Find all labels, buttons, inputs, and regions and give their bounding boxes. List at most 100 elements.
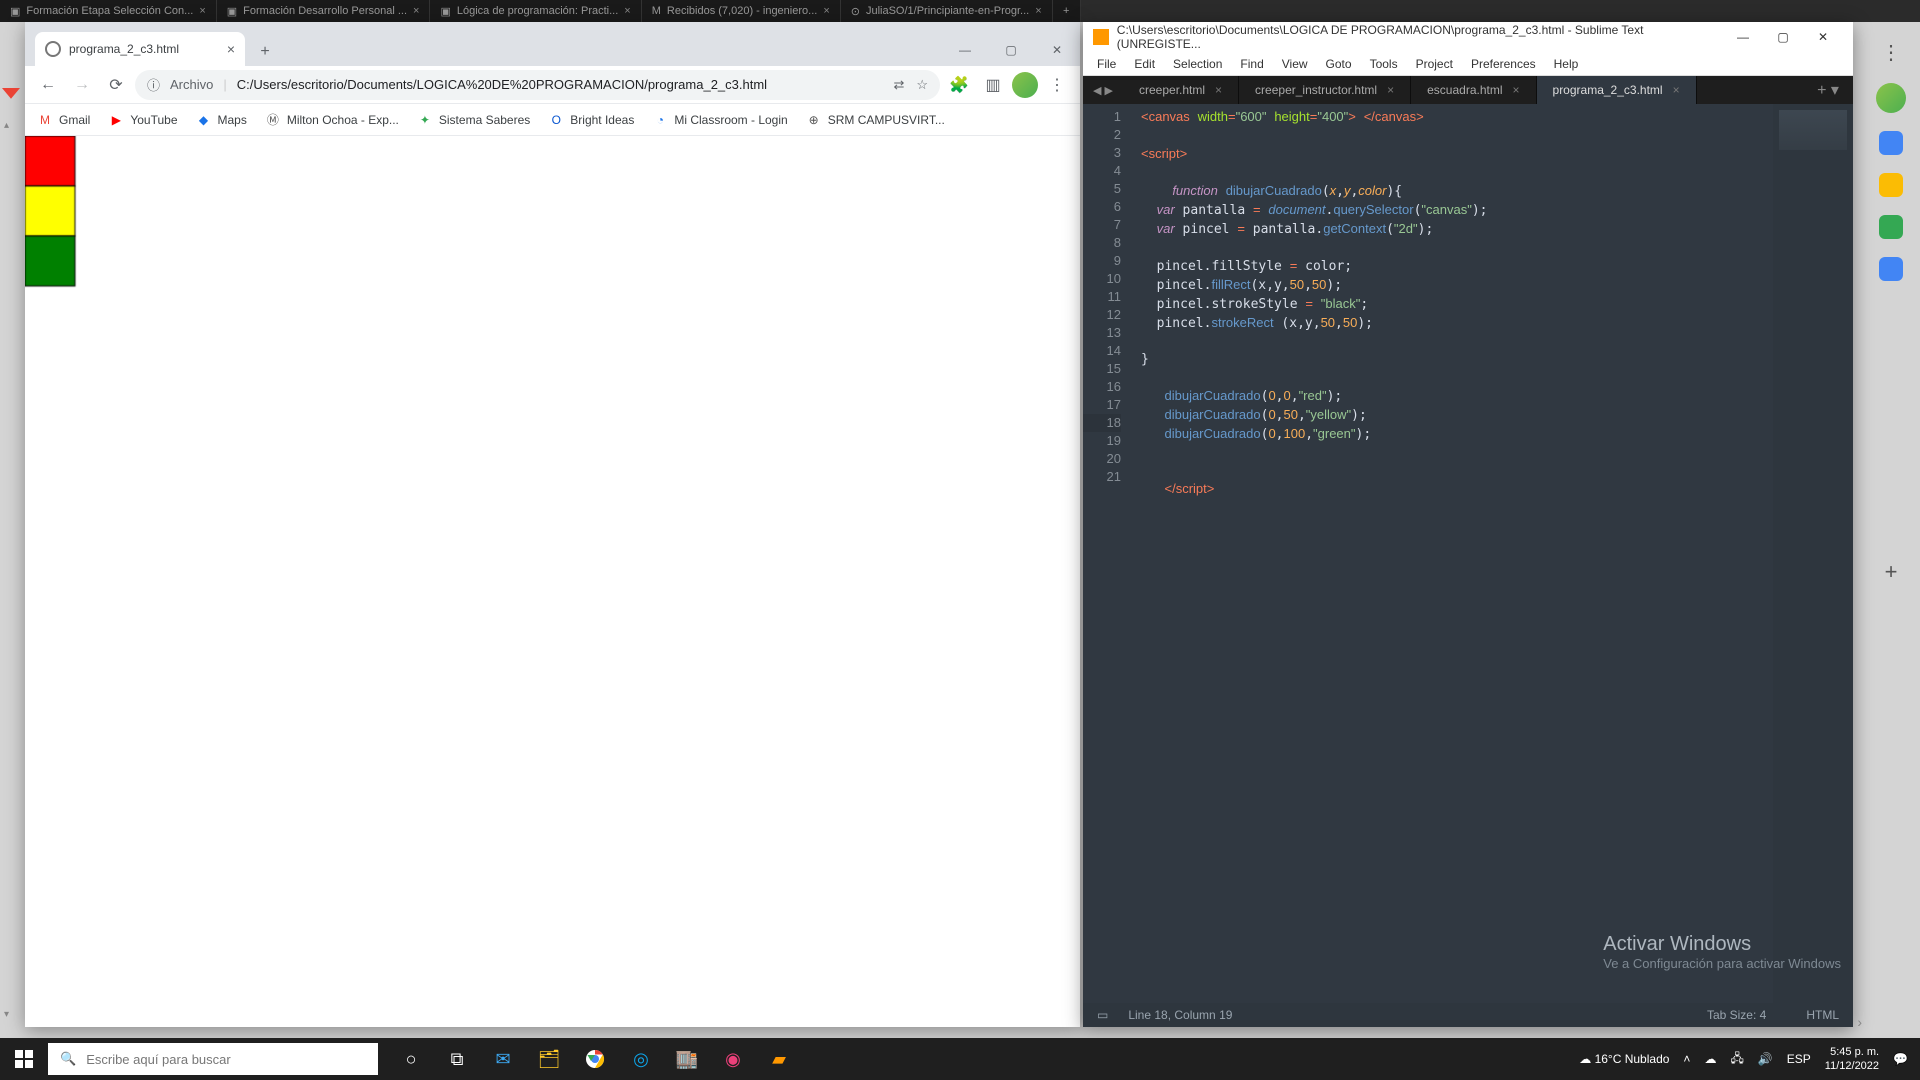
bookmark-item[interactable]: ▶YouTube [108,112,177,128]
notifications-icon[interactable]: 💬 [1893,1052,1908,1066]
close-icon[interactable]: × [1387,83,1394,97]
sublime-statusbar: ▭ Line 18, Column 19 Tab Size: 4 HTML [1083,1003,1853,1027]
bg-tab[interactable]: ⊙JuliaSO/1/Principiante-en-Progr...× [841,0,1053,22]
sublime-menubar: FileEditSelectionFindViewGotoToolsProjec… [1083,52,1853,76]
weather-widget[interactable]: ☁ 16°C Nublado [1579,1052,1669,1066]
menu-selection[interactable]: Selection [1165,55,1230,73]
bookmark-item[interactable]: ⓂMilton Ochoa - Exp... [265,112,399,128]
sublime-titlebar[interactable]: C:\Users\escritorio\Documents\LOGICA DE … [1083,22,1853,52]
taskbar-clock[interactable]: 5:45 p. m. 11/12/2022 [1825,1045,1879,1073]
omni-path: C:/Users/escritorio/Documents/LOGICA%20D… [237,77,767,92]
profile-avatar[interactable] [1876,83,1906,113]
code-area[interactable]: <canvas width="600" height="400"> </canv… [1131,104,1773,1003]
editor-tab[interactable]: creeper_instructor.html × [1239,76,1411,104]
bookmark-item[interactable]: ◆Maps [196,112,247,128]
sublime-icon [1093,29,1109,45]
profile-avatar[interactable] [1012,72,1038,98]
back-button[interactable]: ← [33,70,63,100]
side-app-icon[interactable] [1879,215,1903,239]
bookmark-item[interactable]: OBright Ideas [548,112,634,128]
add-sideapp-button[interactable]: + [1885,559,1898,585]
bg-tab[interactable]: ▣Formación Etapa Selección Con...× [0,0,217,22]
canvas-output [25,136,625,536]
background-browser-tabs: ▣Formación Etapa Selección Con...× ▣Form… [0,0,1920,22]
maximize-button[interactable]: ▢ [988,34,1034,66]
bookmark-icon: ◔ [652,112,668,128]
tab-history-nav[interactable]: ◀ ▶ [1083,76,1123,104]
star-icon[interactable]: ☆ [916,77,928,93]
status-language[interactable]: HTML [1806,1008,1839,1022]
kebab-menu-icon[interactable]: ⋮ [1042,70,1072,100]
side-app-icon[interactable] [1879,131,1903,155]
tab-add-dropdown[interactable]: + ▾ [1803,76,1853,104]
menu-preferences[interactable]: Preferences [1463,55,1544,73]
line-gutter: 123456789101112131415161718192021 [1083,104,1131,1003]
chrome-active-tab[interactable]: programa_2_c3.html × [35,32,245,66]
kebab-menu-icon[interactable]: ⋮ [1881,40,1901,65]
bookmark-item[interactable]: ✦Sistema Saberes [417,112,530,128]
store-icon[interactable]: 🏬 [664,1038,710,1080]
bg-tab[interactable]: MRecibidos (7,020) - ingeniero...× [642,0,841,22]
tab-label: creeper_instructor.html [1255,83,1377,97]
app-icon[interactable]: ◉ [710,1038,756,1080]
bookmark-item[interactable]: MGmail [37,112,90,128]
editor-tab[interactable]: creeper.html × [1123,76,1239,104]
cortana-icon[interactable]: ○ [388,1038,434,1080]
explorer-icon[interactable]: 🗂 [526,1038,572,1080]
editor-tab[interactable]: programa_2_c3.html× [1537,76,1697,104]
menu-goto[interactable]: Goto [1318,55,1360,73]
taskview-icon[interactable]: ⧉ [434,1038,480,1080]
gmail-icon [2,88,20,106]
bookmark-item[interactable]: ⊕SRM CAMPUSVIRT... [806,112,945,128]
side-app-icon[interactable] [1879,173,1903,197]
chrome-window: programa_2_c3.html × + — ▢ ✕ ← → ⟳ ⓘ Arc… [25,22,1080,1027]
taskbar-search[interactable]: 🔍 Escribe aquí para buscar [48,1043,378,1075]
sublime-icon[interactable]: ▰ [756,1038,802,1080]
new-tab-button[interactable]: + [251,38,279,66]
menu-tools[interactable]: Tools [1362,55,1406,73]
translate-icon[interactable]: ⇄ [893,77,904,93]
panel-switcher-icon[interactable]: ▭ [1097,1008,1108,1022]
minimap[interactable] [1773,104,1853,1003]
editor-tab[interactable]: escuadra.html× [1411,76,1536,104]
status-tabsize[interactable]: Tab Size: 4 [1707,1008,1766,1022]
bg-tab[interactable]: ▣Formación Desarrollo Personal ...× [217,0,431,22]
close-icon[interactable]: × [1513,83,1520,97]
close-button[interactable]: ✕ [1034,34,1080,66]
menu-project[interactable]: Project [1408,55,1461,73]
right-scroll-sliver[interactable]: › [1857,1014,1862,1030]
address-bar[interactable]: ⓘ Archivo | C:/Users/escritorio/Document… [135,70,940,100]
bookmark-item[interactable]: ◔Mi Classroom - Login [652,112,787,128]
reload-button[interactable]: ⟳ [101,70,131,100]
minimize-button[interactable]: — [942,34,988,66]
maximize-button[interactable]: ▢ [1763,30,1803,44]
edge-icon[interactable]: ◎ [618,1038,664,1080]
menu-help[interactable]: Help [1546,55,1587,73]
menu-find[interactable]: Find [1232,55,1271,73]
tab-label: creeper.html [1139,83,1205,97]
minimize-button[interactable]: — [1723,30,1763,44]
forward-button[interactable]: → [67,70,97,100]
close-icon[interactable]: × [1215,83,1222,97]
mail-icon[interactable]: ✉ [480,1038,526,1080]
network-icon[interactable]: 🖧 [1730,1049,1743,1070]
menu-edit[interactable]: Edit [1126,55,1163,73]
close-icon[interactable]: × [1673,83,1680,97]
start-button[interactable] [0,1038,48,1080]
language-indicator[interactable]: ESP [1787,1052,1811,1066]
chrome-icon[interactable] [572,1038,618,1080]
menu-view[interactable]: View [1274,55,1316,73]
search-icon: 🔍 [60,1051,76,1067]
bookmark-label: Milton Ochoa - Exp... [287,113,399,127]
menu-file[interactable]: File [1089,55,1124,73]
tray-chevron-icon[interactable]: ˄ [1683,1052,1690,1066]
close-button[interactable]: ✕ [1803,30,1843,44]
extensions-icon[interactable]: 🧩 [944,70,974,100]
onedrive-icon[interactable]: ☁ [1704,1052,1716,1066]
close-icon[interactable]: × [227,41,235,57]
bg-tab[interactable]: ▣Lógica de programación: Practi...× [430,0,641,22]
volume-icon[interactable]: 🔊 [1758,1052,1773,1066]
sidepanel-icon[interactable]: ▥ [978,70,1008,100]
bg-new-tab[interactable]: + [1053,0,1081,22]
side-app-icon[interactable] [1879,257,1903,281]
